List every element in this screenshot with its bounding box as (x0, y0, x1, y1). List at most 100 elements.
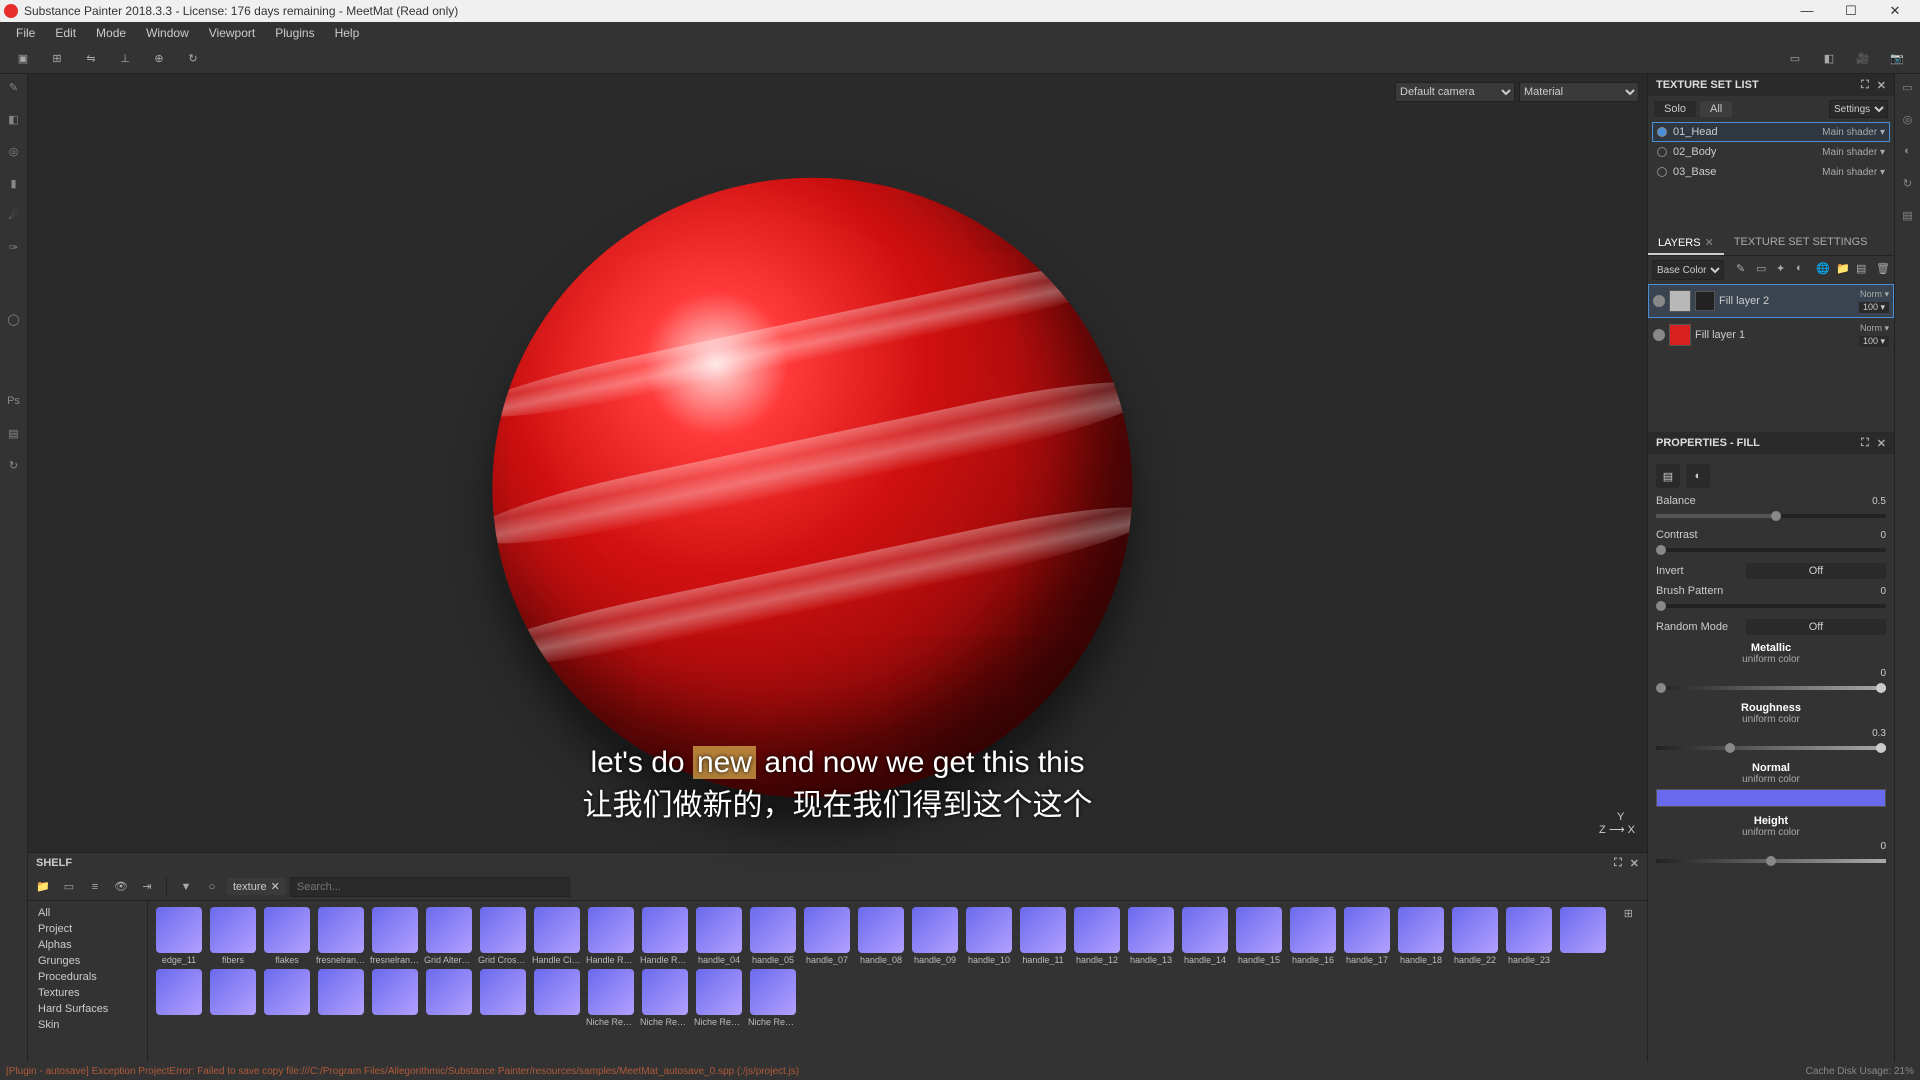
axis-icon[interactable]: ⊥ (112, 48, 138, 70)
layer-mask-thumbnail[interactable] (1695, 291, 1715, 311)
search-input[interactable] (290, 877, 570, 897)
channel-select[interactable]: Material (1519, 82, 1639, 102)
shelf-eye-icon[interactable]: 👁 (110, 877, 132, 897)
shelf-item[interactable]: Niche Recta... (748, 969, 798, 1027)
all-button[interactable]: All (1700, 101, 1732, 117)
shader-icon[interactable]: ◎ (1899, 110, 1917, 128)
menu-plugins[interactable]: Plugins (265, 26, 324, 40)
shelf-item[interactable]: handle_07 (802, 907, 852, 965)
shelf-item[interactable]: handle_14 (1180, 907, 1230, 965)
normal-color-swatch[interactable] (1656, 789, 1886, 807)
tag-remove-icon[interactable]: ✕ (271, 880, 280, 893)
shelf-item[interactable] (208, 969, 258, 1027)
shelf-item[interactable]: handle_15 (1234, 907, 1284, 965)
shelf-item[interactable] (532, 969, 582, 1027)
layer-folder-icon[interactable]: 📁 (1836, 262, 1850, 278)
props-expand-icon[interactable]: ⛶ (1861, 437, 1869, 450)
layer-row[interactable]: Fill layer 1 Norm ▾100 ▾ (1648, 318, 1894, 352)
shelf-item[interactable] (424, 969, 474, 1027)
shelf-item[interactable]: handle_05 (748, 907, 798, 965)
cat-grunges[interactable]: Grunges (28, 953, 147, 969)
metallic-slider[interactable] (1656, 686, 1886, 690)
shelf-item[interactable]: handle_13 (1126, 907, 1176, 965)
projection-icon[interactable]: ◎ (5, 142, 23, 160)
shelf-item[interactable] (370, 969, 420, 1027)
clone-icon[interactable]: ✑ (5, 238, 23, 256)
grid-view-icon[interactable]: ⊞ (1624, 907, 1633, 920)
export-icon[interactable]: ▤ (5, 424, 23, 442)
cat-alphas[interactable]: Alphas (28, 937, 147, 953)
shelf-item[interactable]: handle_08 (856, 907, 906, 965)
layer-thumbnail[interactable] (1669, 324, 1691, 346)
cat-project[interactable]: Project (28, 921, 147, 937)
camera-icon[interactable]: 🎥 (1850, 48, 1876, 70)
cat-hardsurfaces[interactable]: Hard Surfaces (28, 1001, 147, 1017)
random-mode-toggle[interactable]: Off (1746, 619, 1886, 635)
shelf-expand-icon[interactable]: ⛶ (1614, 857, 1622, 870)
symmetry-icon[interactable]: ⇋ (78, 48, 104, 70)
screenshot-icon[interactable]: 📷 (1884, 48, 1910, 70)
shelf-item[interactable]: Niche Recta... (586, 969, 636, 1027)
display-icon[interactable]: ▭ (1899, 78, 1917, 96)
shelf-import-icon[interactable]: ▭ (58, 877, 80, 897)
shelf-arrow-icon[interactable]: ⇥ (136, 877, 158, 897)
shelf-item[interactable]: Handle Rec... (586, 907, 636, 965)
shelf-item[interactable]: handle_17 (1342, 907, 1392, 965)
tab-layers-close-icon[interactable]: ✕ (1705, 237, 1714, 249)
shelf-item[interactable]: handle_22 (1450, 907, 1500, 965)
shelf-item[interactable]: fresnelrang... (370, 907, 420, 965)
shelf-item[interactable]: Grid Alternate (424, 907, 474, 965)
smudge-icon[interactable]: ☄ (5, 206, 23, 224)
brush-pattern-slider[interactable] (1656, 604, 1886, 608)
shelf-item[interactable] (478, 969, 528, 1027)
shelf-item[interactable]: Handle Rec... (640, 907, 690, 965)
texset-radio-icon[interactable] (1657, 167, 1667, 177)
layer-visibility-icon[interactable] (1653, 295, 1665, 307)
shelf-item[interactable] (1558, 907, 1608, 965)
texset-row[interactable]: 01_Head Main shader ▾ (1652, 122, 1890, 142)
cat-skin[interactable]: Skin (28, 1017, 147, 1033)
texset-close-icon[interactable]: ✕ (1877, 79, 1886, 92)
eraser-icon[interactable]: ◧ (5, 110, 23, 128)
menu-file[interactable]: File (6, 26, 45, 40)
brush-icon[interactable]: ✎ (5, 78, 23, 96)
layer-row[interactable]: Fill layer 2 Norm ▾100 ▾ (1648, 284, 1894, 318)
tab-texture-set-settings[interactable]: TEXTURE SET SETTINGS (1724, 232, 1878, 255)
camera-select[interactable]: Default camera (1395, 82, 1515, 102)
shelf-item[interactable]: handle_16 (1288, 907, 1338, 965)
close-button[interactable]: ✕ (1882, 3, 1908, 19)
shelf-item[interactable]: flakes (262, 907, 312, 965)
layer-opacity[interactable]: 100 ▾ (1859, 302, 1889, 313)
menu-viewport[interactable]: Viewport (199, 26, 265, 40)
shelf-item[interactable]: Niche Recta... (640, 969, 690, 1027)
layer-blend-mode[interactable]: Norm ▾ (1860, 323, 1889, 334)
shelf-item[interactable]: handle_12 (1072, 907, 1122, 965)
cat-textures[interactable]: Textures (28, 985, 147, 1001)
layer-blend-mode[interactable]: Norm ▾ (1860, 289, 1889, 300)
texset-expand-icon[interactable]: ⛶ (1861, 79, 1869, 92)
layer-delete-icon[interactable]: 🗑 (1876, 262, 1890, 278)
shelf-item[interactable] (262, 969, 312, 1027)
frame-icon[interactable]: ▣ (10, 48, 36, 70)
fill-icon[interactable]: ▮ (5, 174, 23, 192)
cat-all[interactable]: All (28, 905, 147, 921)
layer-mask-icon[interactable]: ▭ (1756, 262, 1770, 278)
texset-row[interactable]: 02_Body Main shader ▾ (1652, 142, 1890, 162)
menu-help[interactable]: Help (325, 26, 370, 40)
grid-icon[interactable]: ⊞ (44, 48, 70, 70)
shelf-folder-icon[interactable]: 📁 (32, 877, 54, 897)
cube-icon[interactable]: ◧ (1816, 48, 1842, 70)
refresh-icon[interactable]: ↻ (180, 48, 206, 70)
tab-layers[interactable]: LAYERS✕ (1648, 232, 1724, 255)
invert-toggle[interactable]: Off (1746, 563, 1886, 579)
shelf-item[interactable]: handle_11 (1018, 907, 1068, 965)
shelf-item[interactable]: fibers (208, 907, 258, 965)
add-icon[interactable]: ⊕ (146, 48, 172, 70)
perspective-icon[interactable]: ▭ (1782, 48, 1808, 70)
shelf-item[interactable]: handle_18 (1396, 907, 1446, 965)
shelf-item[interactable]: handle_09 (910, 907, 960, 965)
texset-shader[interactable]: Main shader ▾ (1822, 167, 1885, 178)
shelf-circle-icon[interactable]: ○ (201, 877, 223, 897)
shelf-item[interactable]: handle_10 (964, 907, 1014, 965)
env-icon[interactable]: ◐ (1899, 142, 1917, 160)
